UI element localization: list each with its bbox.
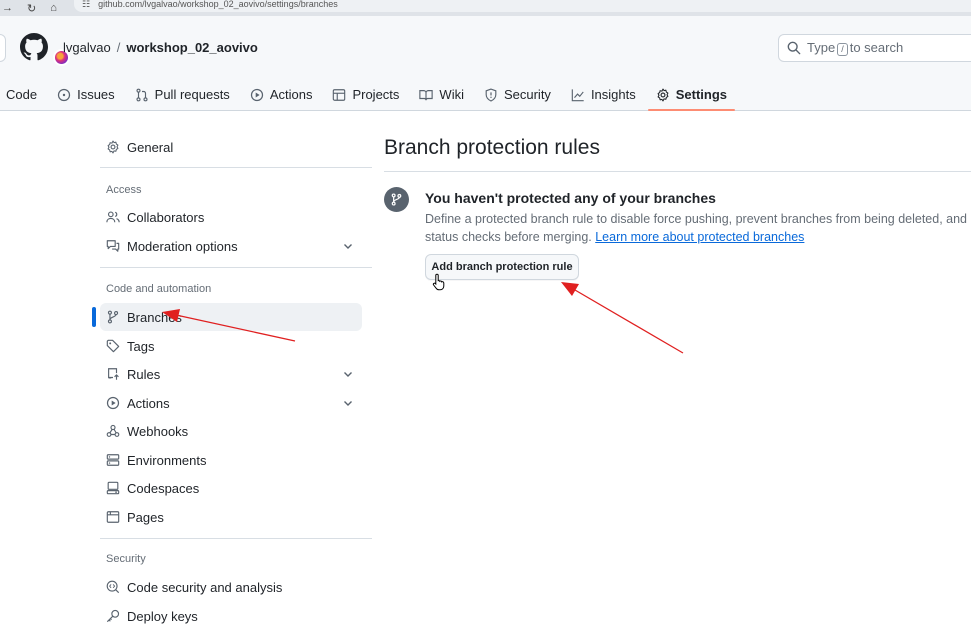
search-placeholder: Type / to search: [807, 40, 904, 56]
global-nav-button[interactable]: [0, 34, 6, 62]
sidebar-item-branches[interactable]: Branches: [92, 303, 362, 331]
chevron-down-icon[interactable]: [342, 397, 354, 409]
tab-issues[interactable]: Issues: [47, 78, 125, 111]
page-title: Branch protection rules: [384, 136, 600, 159]
codescan-icon: [106, 580, 120, 594]
breadcrumb-separator: /: [116, 40, 121, 55]
blankslate-description: Define a protected branch rule to disabl…: [425, 210, 971, 246]
sidebar-item-environments[interactable]: Environments: [100, 446, 362, 474]
sidebar-item-general[interactable]: General: [100, 133, 362, 161]
repo-push-icon: [108, 368, 119, 380]
people-icon: [106, 211, 120, 223]
browser-icon: [106, 511, 120, 523]
sidebar-item-rules[interactable]: Rules: [100, 360, 362, 388]
tag-icon: [106, 339, 120, 353]
table-icon: [333, 88, 346, 101]
site-settings-icon[interactable]: ☷: [82, 0, 90, 10]
description-line-2: status checks before merging.: [425, 230, 592, 244]
sidebar-item-code-security[interactable]: Code security and analysis: [100, 573, 362, 601]
sidebar-item-actions[interactable]: Actions: [100, 389, 362, 417]
forward-icon[interactable]: →: [2, 2, 13, 14]
tab-settings[interactable]: Settings: [646, 78, 737, 111]
book-icon: [419, 89, 434, 100]
tab-code[interactable]: Code: [0, 78, 47, 111]
sidebar-item-collaborators[interactable]: Collaborators: [100, 203, 362, 231]
sidebar-divider: [100, 267, 372, 268]
hand-cursor-icon: [432, 273, 445, 291]
breadcrumb: lvgalvao / workshop_02_aovivo: [63, 40, 258, 55]
server-icon: [106, 454, 120, 466]
sidebar-heading-access: Access: [106, 184, 142, 196]
webhook-icon: [106, 424, 120, 437]
sidebar-item-codespaces[interactable]: Codespaces: [100, 474, 362, 502]
sidebar-divider: [100, 167, 372, 168]
comment-discussion-icon: [106, 240, 120, 252]
shield-icon: [485, 87, 497, 102]
key-icon: [106, 609, 120, 623]
repo-header: lvgalvao / workshop_02_aovivo Type / to se…: [0, 16, 971, 111]
repo-link[interactable]: workshop_02_aovivo: [126, 40, 258, 55]
learn-more-link[interactable]: Learn more about protected branches: [595, 230, 804, 244]
sidebar-item-webhooks[interactable]: Webhooks: [100, 417, 362, 445]
address-bar[interactable]: ☷ github.com/lvgalvao/workshop_02_aovivo…: [74, 0, 971, 12]
graph-icon: [571, 88, 584, 101]
git-pull-request-icon: [136, 88, 148, 101]
owner-link[interactable]: lvgalvao: [63, 40, 111, 55]
git-branch-icon: [391, 193, 402, 206]
git-branch-icon: [107, 310, 119, 324]
tab-security[interactable]: Security: [474, 78, 561, 111]
issue-opened-icon: [57, 88, 71, 101]
address-text: github.com/lvgalvao/workshop_02_aovivo/s…: [98, 0, 338, 9]
home-icon[interactable]: ⌂: [50, 2, 57, 14]
title-divider: [384, 171, 971, 172]
chevron-down-icon[interactable]: [342, 240, 354, 252]
annotation-arrow-add-rule: [561, 282, 684, 354]
sidebar-item-deploy-keys[interactable]: Deploy keys: [100, 602, 362, 630]
add-branch-protection-rule-button[interactable]: Add branch protection rule: [425, 254, 579, 280]
sidebar-item-moderation[interactable]: Moderation options: [100, 232, 362, 260]
chevron-down-icon[interactable]: [342, 368, 354, 380]
search-icon: [787, 41, 801, 55]
tab-pull-requests[interactable]: Pull requests: [125, 78, 240, 111]
codespaces-icon: [106, 481, 120, 495]
play-icon: [106, 396, 120, 410]
gear-icon: [107, 140, 119, 154]
blankslate-title: You haven't protected any of your branch…: [425, 190, 716, 206]
browser-nav: → ↻ ⌂: [0, 0, 57, 16]
reload-icon[interactable]: ↻: [27, 2, 36, 15]
sidebar-divider: [100, 538, 372, 539]
sidebar-heading-code-automation: Code and automation: [106, 283, 212, 295]
tab-projects[interactable]: Projects: [322, 78, 409, 111]
github-logo-icon[interactable]: [20, 33, 48, 61]
tab-actions[interactable]: Actions: [240, 78, 323, 111]
blankslate-icon: [384, 187, 409, 212]
sidebar-item-pages[interactable]: Pages: [100, 503, 362, 531]
play-icon: [250, 88, 263, 101]
repo-tabs: Code Issues Pull requests Actions Projec…: [0, 78, 737, 111]
description-line-1: Define a protected branch rule to disabl…: [425, 212, 971, 226]
tab-insights[interactable]: Insights: [561, 78, 646, 111]
gear-icon: [657, 88, 669, 101]
tab-wiki[interactable]: Wiki: [409, 78, 474, 111]
sidebar-item-tags[interactable]: Tags: [100, 332, 362, 360]
sidebar-heading-security: Security: [106, 553, 146, 565]
browser-chrome: → ↻ ⌂ ☷ github.com/lvgalvao/workshop_02_…: [0, 0, 971, 16]
search-input[interactable]: Type / to search: [778, 34, 971, 62]
